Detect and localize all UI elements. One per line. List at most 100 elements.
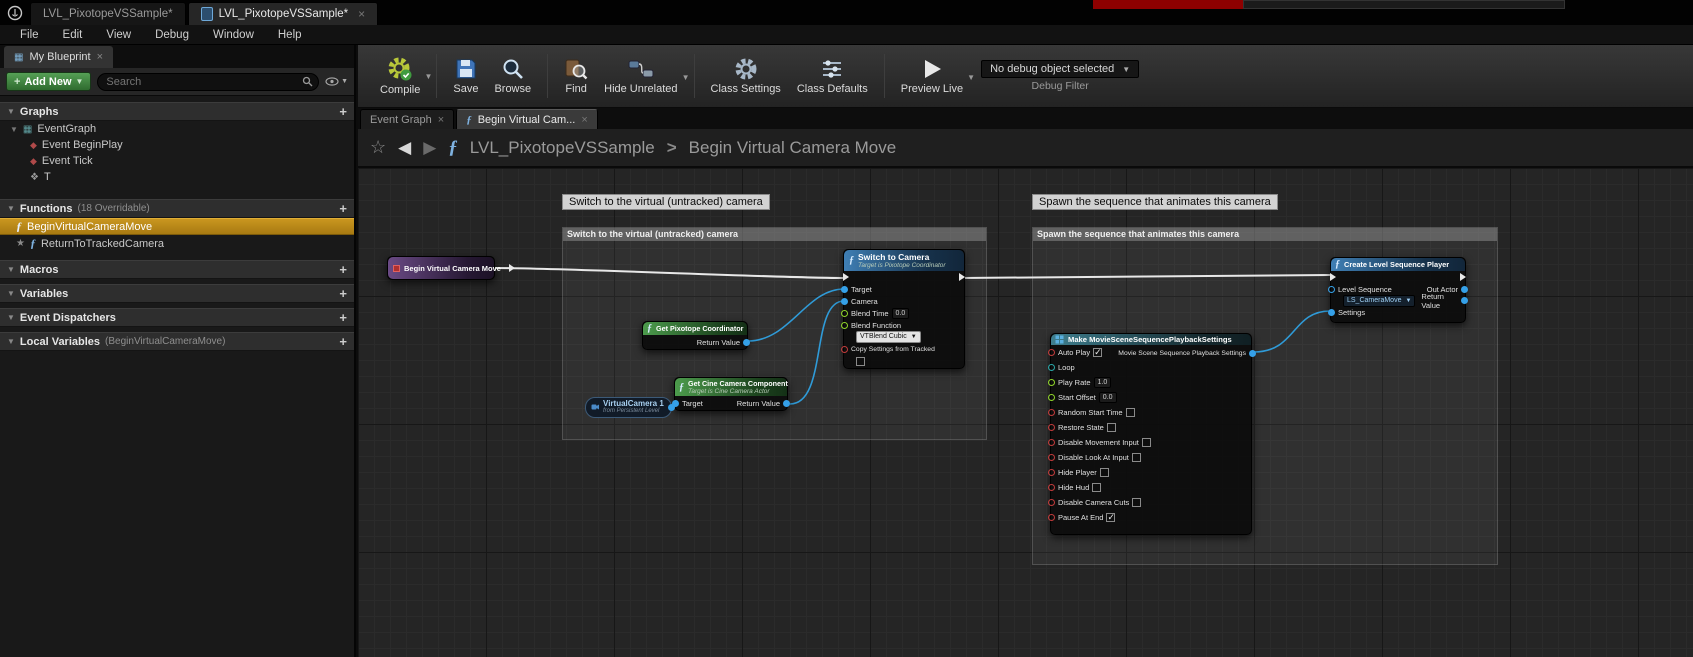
chevron-down-icon[interactable]: ▼ [424,72,432,81]
output-pin[interactable] [668,404,675,411]
hide-hud-checkbox[interactable] [1092,483,1101,492]
menu-help[interactable]: Help [266,25,314,44]
breadcrumb-root[interactable]: LVL_PixotopeVSSample [470,138,655,158]
disable-movement-input-pin[interactable] [1048,439,1055,446]
disable-movement-input-checkbox[interactable] [1142,438,1151,447]
blend-time-value[interactable]: 0.0 [892,308,910,319]
loop-pin[interactable] [1048,364,1055,371]
auto-play-pin[interactable] [1048,349,1055,356]
tree-item-event-tick[interactable]: ◆ Event Tick [0,153,354,169]
add-dispatcher-button[interactable]: + [339,310,347,325]
return-value-pin[interactable] [1461,297,1468,304]
blend-function-dropdown[interactable]: VTBlend Cubic ▼ [856,331,921,343]
tree-item-t[interactable]: ❖ T [0,169,354,185]
function-item-beginvirtualcameramove[interactable]: ƒ BeginVirtualCameraMove [0,218,354,235]
section-event-dispatchers[interactable]: ▼ Event Dispatchers + [0,308,354,327]
expand-arrow-icon[interactable]: ▼ [7,204,15,213]
add-variable-button[interactable]: + [339,286,347,301]
exec-in-pin[interactable] [843,273,849,281]
expand-arrow-icon[interactable]: ▼ [7,337,15,346]
return-value-pin[interactable] [783,400,790,407]
menu-window[interactable]: Window [201,25,266,44]
restore-state-pin[interactable] [1048,424,1055,431]
section-variables[interactable]: ▼ Variables + [0,284,354,303]
random-start-time-checkbox[interactable] [1126,408,1135,417]
comment-header[interactable]: Spawn the sequence that animates this ca… [1033,228,1497,241]
function-item-returntotrackedcamera[interactable]: ★ ƒ ReturnToTrackedCamera [0,235,354,252]
node-get-cine-camera-component[interactable]: ƒ Get Cine Camera Component Target is Ci… [674,377,788,411]
exec-in-pin[interactable] [1330,273,1336,281]
expand-arrow-icon[interactable]: ▼ [7,289,15,298]
node-switch-to-camera[interactable]: ƒ Switch to Camera Target is Pixotope Co… [843,249,965,369]
out-actor-pin[interactable] [1461,286,1468,293]
pause-at-end-pin[interactable] [1048,514,1055,521]
browse-button[interactable]: Browse [486,53,539,99]
favorite-star-icon[interactable]: ☆ [370,137,386,158]
start-offset-pin[interactable] [1048,394,1055,401]
return-value-pin[interactable] [743,339,750,346]
window-tab-level[interactable]: LVL_PixotopeVSSample* [30,2,186,25]
settings-pin[interactable] [1328,309,1335,316]
section-macros[interactable]: ▼ Macros + [0,260,354,279]
node-get-pixotope-coordinator[interactable]: ƒ Get Pixotope Coordinator Return Value [642,321,748,350]
tab-event-graph[interactable]: Event Graph × [360,109,454,129]
add-local-variable-button[interactable]: + [339,334,347,349]
compile-button[interactable]: Compile ▼ [372,52,428,100]
debug-object-dropdown[interactable]: No debug object selected ▼ [981,60,1139,78]
preview-live-button[interactable]: Preview Live ▼ [893,53,971,99]
add-new-button[interactable]: + Add New ▼ [6,72,91,91]
hide-hud-pin[interactable] [1048,484,1055,491]
start-offset-value[interactable]: 0.0 [1099,392,1117,403]
menu-file[interactable]: File [8,25,51,44]
tree-item-eventgraph[interactable]: ▼ ▦ EventGraph [0,121,354,137]
tab-begin-virtual-camera-move[interactable]: ƒ Begin Virtual Cam... × [456,109,598,129]
find-button[interactable]: Find [556,53,596,99]
section-functions[interactable]: ▼ Functions (18 Overridable) + [0,199,354,218]
blend-function-pin[interactable] [841,322,848,329]
target-pin[interactable] [841,286,848,293]
blueprint-canvas[interactable]: Switch to the virtual (untracked) camera… [358,168,1693,657]
node-make-playback-settings[interactable]: Make MovieSceneSequencePlaybackSettings … [1050,333,1252,535]
pause-at-end-checkbox[interactable] [1106,513,1115,522]
add-function-button[interactable]: + [339,201,347,216]
level-sequence-asset-dropdown[interactable]: LS_CameraMove ▼ [1343,295,1415,307]
menu-view[interactable]: View [94,25,143,44]
exec-out-pin[interactable] [1460,273,1466,281]
close-icon[interactable]: × [358,7,365,21]
exec-out-pin[interactable] [959,273,965,281]
close-icon[interactable]: × [581,114,587,126]
auto-play-checkbox[interactable] [1093,348,1102,357]
disable-look-at-input-checkbox[interactable] [1132,453,1141,462]
search-input[interactable] [97,73,319,91]
close-icon[interactable]: × [97,51,103,63]
view-options-button[interactable]: ▼ [325,77,348,86]
chevron-down-icon[interactable]: ▼ [967,73,975,82]
hide-player-checkbox[interactable] [1100,468,1109,477]
class-defaults-button[interactable]: Class Defaults [789,53,876,99]
camera-pin[interactable] [841,298,848,305]
expand-arrow-icon[interactable]: ▼ [7,265,15,274]
restore-state-checkbox[interactable] [1107,423,1116,432]
section-local-variables[interactable]: ▼ Local Variables (BeginVirtualCameraMov… [0,332,354,351]
level-sequence-pin[interactable] [1328,286,1335,293]
play-rate-value[interactable]: 1.0 [1094,377,1112,388]
back-arrow-icon[interactable]: ◀ [398,138,411,158]
add-graph-button[interactable]: + [339,104,347,119]
forward-arrow-icon[interactable]: ▶ [423,138,436,158]
chevron-down-icon[interactable]: ▼ [682,73,690,82]
hide-player-pin[interactable] [1048,469,1055,476]
save-button[interactable]: Save [445,53,486,99]
menu-edit[interactable]: Edit [51,25,95,44]
exec-out-pin[interactable] [509,264,515,272]
copy-settings-checkbox[interactable] [856,357,865,366]
window-tab-blueprint[interactable]: LVL_PixotopeVSSample* × [188,2,379,25]
play-rate-pin[interactable] [1048,379,1055,386]
settings-out-pin[interactable] [1249,350,1256,357]
disable-camera-cuts-checkbox[interactable] [1132,498,1141,507]
expand-arrow-icon[interactable]: ▼ [7,313,15,322]
section-graphs[interactable]: ▼ Graphs + [0,102,354,121]
expand-arrow-icon[interactable]: ▼ [10,125,18,134]
menu-debug[interactable]: Debug [143,25,201,44]
close-icon[interactable]: × [438,114,444,126]
tab-my-blueprint[interactable]: ▦ My Blueprint × [4,46,113,68]
